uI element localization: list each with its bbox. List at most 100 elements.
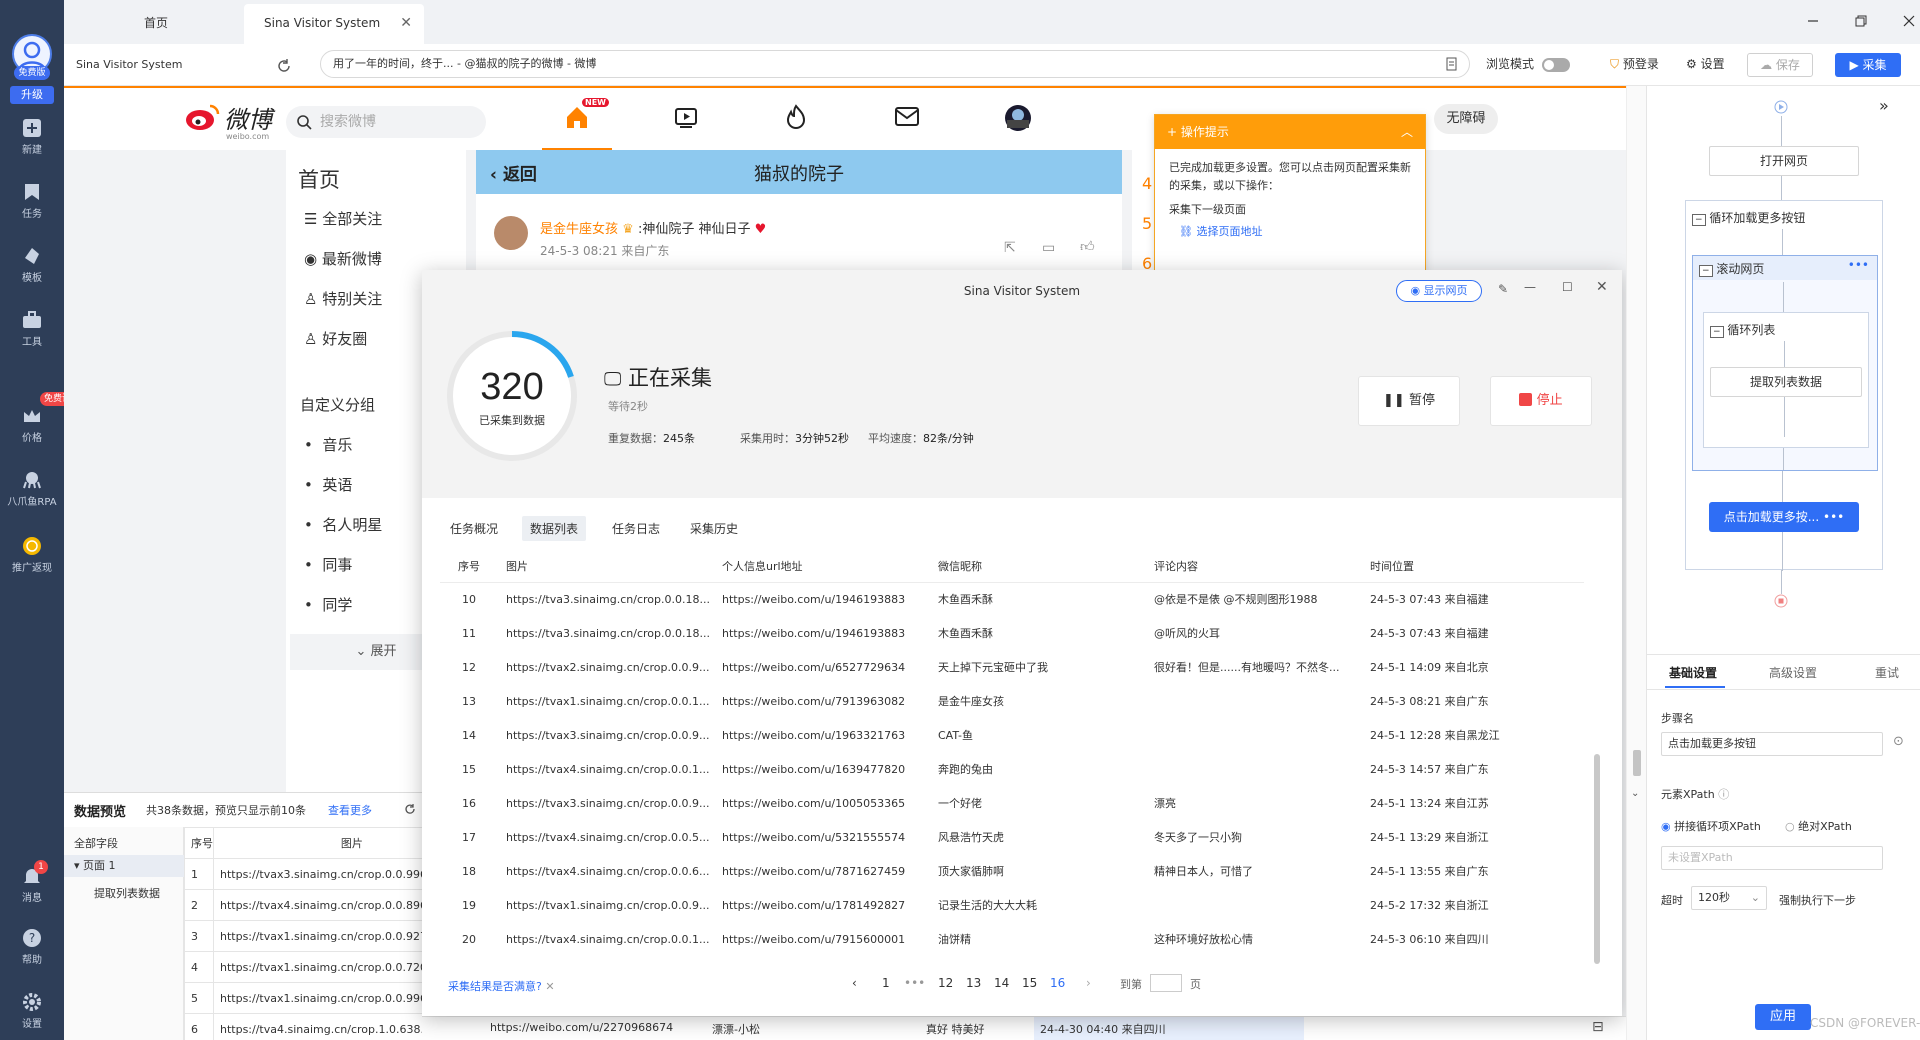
pause-button[interactable]: ❚❚ 暂停 [1358,376,1460,426]
home-icon[interactable] [564,104,590,130]
sidebar-item-help[interactable]: ? 帮助 [0,928,64,966]
hot-flame-icon[interactable] [784,104,808,130]
page-settings-icon[interactable] [1445,57,1459,71]
page-ellipsis[interactable]: ••• [904,976,925,990]
apply-button[interactable]: 应用 [1755,1004,1811,1030]
close-window-icon[interactable] [1902,14,1916,28]
sidebar-item-tools[interactable]: 工具 [0,310,64,348]
page-item-current[interactable]: 16 [1050,976,1065,990]
table-row[interactable]: 17 https://tvax4.sinaimg.cn/crop.0.0.5...… [440,820,1584,854]
refresh-icon[interactable] [404,803,416,815]
table-scrollbar[interactable] [1594,754,1600,964]
edit-icon[interactable]: ✎ [1498,282,1508,296]
page-item[interactable]: 1 [882,976,890,990]
goto-page-input[interactable] [1150,974,1182,992]
view-more-link[interactable]: 查看更多 [328,802,372,818]
maximize-icon[interactable]: ☐ [1562,280,1573,294]
weibo-search-input[interactable]: 搜索微博 [286,106,486,138]
radio-icon[interactable]: ○ [1785,820,1795,833]
tab-data-list[interactable]: 数据列表 [522,516,587,541]
flow-loop-list[interactable]: − 循环列表 提取列表数据 [1703,312,1869,448]
tab-retry[interactable]: 重试 [1875,664,1899,681]
sidebar-item-rpa[interactable]: 八爪鱼RPA [0,470,64,508]
xpath-option-concat[interactable]: ◉ 拼接循环项XPath [1661,818,1761,834]
page-item[interactable]: 12 [938,976,953,990]
table-row[interactable]: 14 https://tvax3.sinaimg.cn/crop.0.0.9...… [440,718,1584,752]
tab-history[interactable]: 采集历史 [682,516,746,541]
collect-button[interactable]: ▶ 采集 [1835,53,1901,77]
tab-advanced-settings[interactable]: 高级设置 [1769,664,1817,681]
collapse-box-icon[interactable]: − [1710,326,1724,338]
nav-friends[interactable]: ♙ 好友圈 [304,328,367,349]
collapse-icon[interactable]: ︿ [1401,115,1413,149]
collapse-panel-icon[interactable]: » [1879,96,1889,115]
table-config-icon[interactable]: ⊟ [1592,1019,1604,1035]
like-icon[interactable]: 👍︎ [1080,238,1095,255]
sidebar-item-referral[interactable]: 推广返现 [0,536,64,574]
upgrade-button[interactable]: 升级 [10,86,54,104]
flow-scroll-page[interactable]: − 滚动网页 ••• − 循环列表 提取列表数据 [1692,255,1878,471]
tab-log[interactable]: 任务日志 [604,516,668,541]
restore-icon[interactable] [1854,14,1868,28]
sidebar-item-tasks[interactable]: 任务 [0,182,64,220]
page-item[interactable]: 13 [966,976,981,990]
table-row[interactable]: 16 https://tvax3.sinaimg.cn/crop.0.0.9...… [440,786,1584,820]
page-item[interactable]: 14 [994,976,1009,990]
radio-checked-icon[interactable]: ◉ [1661,820,1671,833]
save-button[interactable]: ☁ 保存 [1747,53,1813,77]
prev-page-icon[interactable]: ‹ [852,976,857,990]
chevron-down-icon[interactable]: ⌄ [1631,788,1639,799]
collapse-box-icon[interactable]: − [1692,214,1706,226]
more-icon[interactable]: ••• [1823,510,1844,524]
history-icon[interactable]: ⊙ [1893,734,1904,749]
group-item[interactable]: • 音乐 [304,434,352,455]
page-scrollbar[interactable]: ⌄ [1626,86,1646,1040]
help-icon[interactable]: ⓘ [1718,788,1729,801]
url-bar[interactable]: 用了一年的时间，终于... - @猫叔的院子的微博 - 微博 [320,50,1470,78]
more-icon[interactable]: ••• [1848,258,1869,272]
sidebar-item-templates[interactable]: 模板 [0,246,64,284]
step-name-input[interactable]: 点击加载更多按钮 [1661,732,1883,756]
table-row[interactable]: 13 https://tvax1.sinaimg.cn/crop.0.0.1...… [440,684,1584,718]
next-page-icon[interactable]: › [1086,976,1091,990]
table-row[interactable]: 15 https://tvax4.sinaimg.cn/crop.0.0.1...… [440,752,1584,786]
prelogin-button[interactable]: ⛉ 预登录 [1610,54,1659,74]
browse-mode-toggle[interactable]: 浏览模式 [1486,54,1570,74]
sidebar-item-pricing[interactable]: 价格 [0,406,64,444]
settings-button[interactable]: ⚙ 设置 [1686,54,1725,74]
all-fields-label[interactable]: 全部字段 [74,835,118,851]
table-row[interactable]: 19 https://tvax1.sinaimg.cn/crop.0.0.9...… [440,888,1584,922]
post-avatar[interactable] [494,216,528,250]
tab-home[interactable]: 首页 [124,4,168,44]
table-row[interactable]: 20 https://tvax4.sinaimg.cn/crop.0.0.1...… [440,922,1584,956]
table-row[interactable]: 12 https://tvax2.sinaimg.cn/crop.0.0.9...… [440,650,1584,684]
show-page-button[interactable]: ◉ 显示网页 [1396,280,1482,302]
timeout-select[interactable]: 120秒 ⌄ [1691,886,1767,910]
feedback-link[interactable]: 采集结果是否满意? ✕ [448,978,555,994]
tree-page-1[interactable]: ▾ 页面 1 [64,855,184,877]
sidebar-item-messages[interactable]: 消息 1 [0,860,64,904]
share-icon[interactable]: ⇱ [1004,240,1016,256]
nav-special[interactable]: ♙ 特别关注 [304,288,382,309]
minimize-icon[interactable] [1806,14,1820,28]
mail-icon[interactable] [894,106,920,128]
flow-step-click-load-more[interactable]: 点击加载更多按... ••• [1709,502,1859,532]
nav-latest[interactable]: ◉ 最新微博 [304,248,382,269]
page-item[interactable]: 15 [1022,976,1037,990]
tip-item-select-url[interactable]: ⛓ 选择页面地址 [1155,217,1425,239]
table-row[interactable]: 11 https://tva3.sinaimg.cn/crop.0.0.18...… [440,616,1584,650]
tab-sina-visitor[interactable]: Sina Visitor System ✕ [244,4,424,44]
collapse-box-icon[interactable]: − [1699,265,1713,277]
table-row[interactable]: 10 https://tva3.sinaimg.cn/crop.0.0.18...… [440,582,1584,616]
close-icon[interactable]: ✕ [1596,279,1608,295]
tab-basic-settings[interactable]: 基础设置 [1669,664,1717,681]
flow-step-open-page[interactable]: 打开网页 [1709,146,1859,176]
sidebar-item-settings[interactable]: 设置 [0,992,64,1030]
group-item[interactable]: • 英语 [304,474,352,495]
toggle-switch[interactable] [1541,57,1570,72]
group-item[interactable]: • 名人明星 [304,514,382,535]
close-icon[interactable]: ✕ [545,980,554,993]
flow-step-extract[interactable]: 提取列表数据 [1710,367,1862,397]
tree-extract-list[interactable]: 提取列表数据 [94,885,160,901]
video-icon[interactable] [674,106,698,130]
